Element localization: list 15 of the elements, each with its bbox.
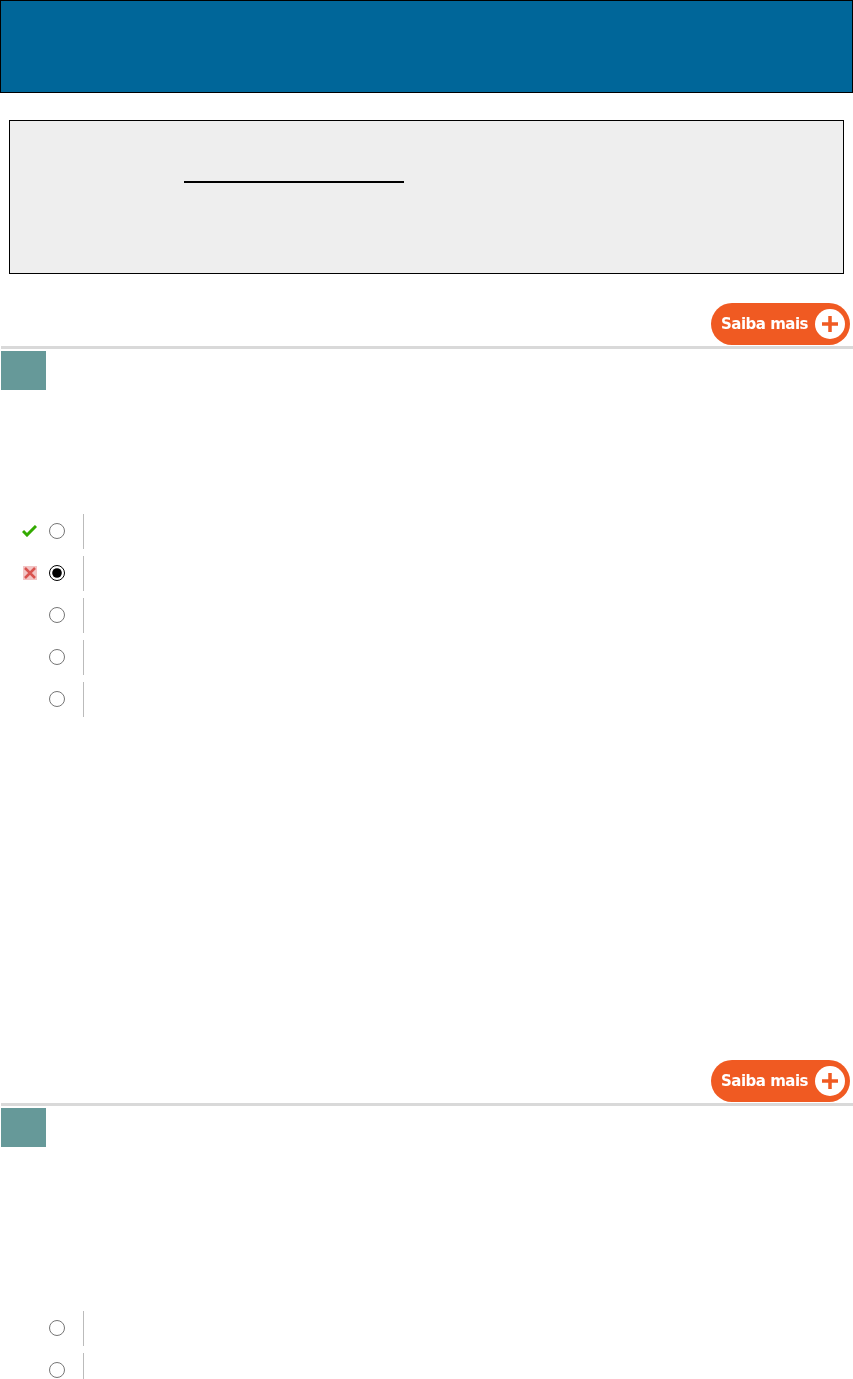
answer-radio[interactable]: [49, 1362, 65, 1378]
number-tile: [1, 1108, 46, 1147]
number-tile: [1, 351, 46, 390]
saiba-mais-button[interactable]: Saiba mais: [711, 303, 850, 345]
answer-radio[interactable]: [49, 523, 65, 539]
answer-radio[interactable]: [49, 691, 65, 707]
plus-icon: [814, 1065, 846, 1097]
check-icon: [22, 525, 37, 537]
answer-radio[interactable]: [49, 1320, 65, 1336]
saiba-mais-button[interactable]: Saiba mais: [711, 1060, 850, 1102]
answer-radio[interactable]: [49, 607, 65, 623]
plus-icon: [814, 308, 846, 340]
answer-radio[interactable]: [49, 649, 65, 665]
cross-icon: [22, 565, 38, 581]
answer-radio[interactable]: [49, 565, 65, 581]
